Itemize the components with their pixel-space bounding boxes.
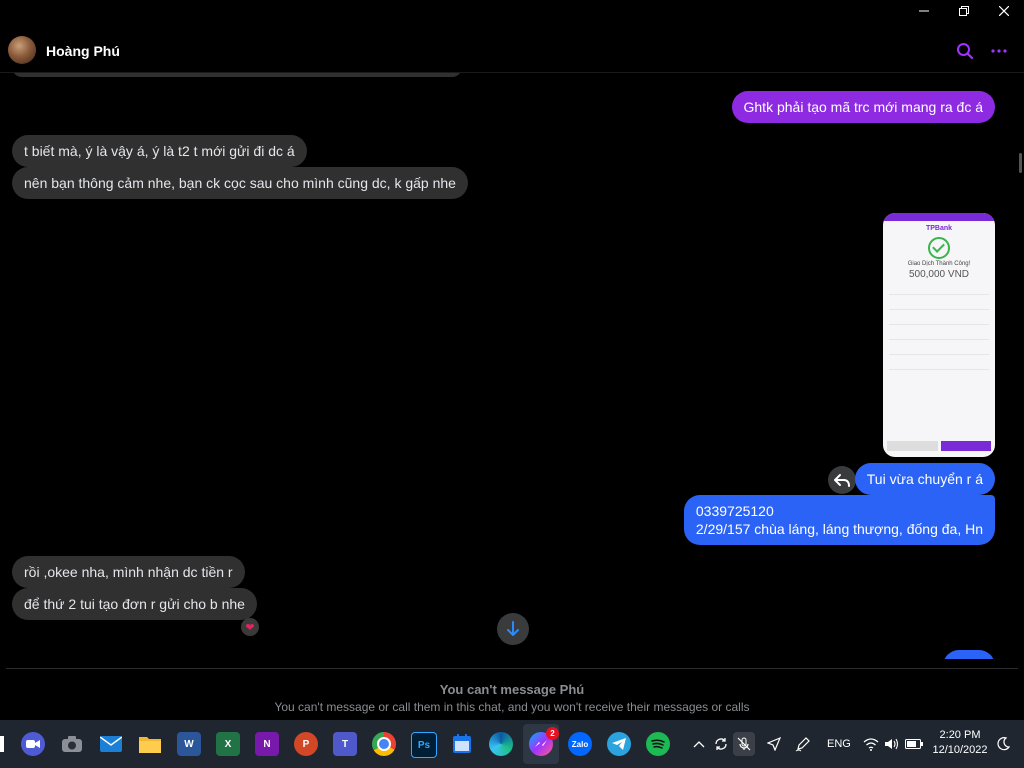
restore-button[interactable]	[944, 0, 984, 22]
minimize-icon	[919, 10, 929, 12]
start-edge	[0, 736, 4, 752]
calendar-icon[interactable]	[450, 732, 474, 756]
outgoing-message[interactable]: Ghtk phải tạo mã trc mới mang ra đc á	[731, 91, 995, 123]
show-hidden-icons-chevron-icon[interactable]	[688, 732, 710, 756]
file-explorer-icon[interactable]	[138, 732, 162, 756]
search-button[interactable]	[956, 42, 974, 60]
taskbar-clock[interactable]: 2:20 PM 12/10/2022	[930, 728, 990, 758]
contact-name[interactable]: Hoàng Phú	[46, 43, 120, 59]
onenote-icon[interactable]: N	[255, 732, 279, 756]
incoming-message[interactable]: nên bạn thông cảm nhe, bạn ck cọc sau ch…	[12, 167, 468, 199]
window-controls	[904, 0, 1024, 24]
wifi-icon[interactable]	[860, 732, 882, 756]
battery-icon[interactable]	[903, 732, 925, 756]
word-icon[interactable]: W	[177, 732, 201, 756]
chat-header: Hoàng Phú	[0, 28, 1024, 73]
incoming-message[interactable]: t biết mà, ý là vậy á, ý là t2 t mới gửi…	[12, 135, 307, 167]
language-indicator[interactable]: ENG	[827, 720, 851, 768]
clock-time: 2:20 PM	[939, 729, 981, 741]
edge-icon[interactable]	[489, 732, 513, 756]
photoshop-icon[interactable]: Ps	[411, 732, 437, 758]
detail-row	[889, 284, 989, 295]
mail-icon[interactable]	[99, 732, 123, 756]
blocked-notice-subtitle: You can't message or call them in this c…	[274, 700, 750, 714]
restore-icon	[959, 6, 969, 16]
shared-payment-screenshot[interactable]: TPBank Giao Dịch Thành Công! 500,000 VND	[883, 213, 995, 457]
previous-message-bubble	[12, 73, 462, 77]
blocked-notice-title: You can't message Phú	[439, 682, 585, 697]
volume-icon[interactable]	[881, 732, 903, 756]
detail-row	[889, 299, 989, 310]
bank-logo: TPBank	[925, 225, 953, 232]
mic-muted-icon[interactable]	[733, 732, 755, 756]
outgoing-message[interactable]: Tui vừa chuyển r á	[854, 463, 995, 495]
close-icon	[999, 6, 1009, 16]
outgoing-message[interactable]: 0339725120 2/29/157 chùa láng, láng thượ…	[683, 495, 995, 545]
scroll-to-bottom-button[interactable]	[497, 613, 529, 645]
detail-row	[889, 344, 989, 355]
search-icon	[957, 43, 974, 60]
heart-reaction-icon[interactable]: ❤	[241, 618, 259, 636]
detail-row	[889, 314, 989, 325]
incoming-message[interactable]: để thứ 2 tui tạo đơn r gửi cho b nhe	[12, 588, 257, 620]
more-options-button[interactable]	[990, 42, 1008, 60]
spotify-icon[interactable]	[646, 732, 670, 756]
forward-button[interactable]	[828, 466, 856, 494]
divider	[6, 668, 1018, 669]
detail-row	[889, 359, 989, 370]
avatar[interactable]	[8, 36, 36, 64]
telegram-icon[interactable]	[607, 732, 631, 756]
phone-status-bar	[883, 213, 995, 221]
powerpoint-icon[interactable]: P	[294, 732, 318, 756]
scrollbar-thumb[interactable]	[1019, 153, 1022, 173]
moon-focus-icon[interactable]	[992, 732, 1014, 756]
more-icon	[991, 49, 1007, 53]
messenger-icon[interactable]: 2	[529, 727, 559, 756]
screenshot-buttons	[887, 441, 991, 451]
zoom-icon[interactable]	[21, 732, 45, 756]
message-line: 0339725120	[695, 503, 774, 519]
detail-row	[889, 329, 989, 340]
message-list[interactable]: Ghtk phải tạo mã trc mới mang ra đc á t …	[0, 73, 1024, 659]
message-line: 2/29/157 chùa láng, láng thượng, đống đa…	[695, 521, 983, 537]
clock-date: 12/10/2022	[932, 744, 988, 756]
minimize-button[interactable]	[904, 0, 944, 22]
transfer-status: Giao Dịch Thành Công!	[907, 261, 971, 267]
camera-icon[interactable]	[60, 732, 84, 756]
notification-badge: 2	[546, 727, 559, 740]
arrow-down-icon	[507, 621, 519, 636]
outgoing-message-partial	[943, 650, 995, 659]
excel-icon[interactable]: X	[216, 732, 240, 756]
close-button[interactable]	[984, 0, 1024, 22]
transfer-amount: 500,000 VND	[908, 269, 970, 280]
location-icon[interactable]	[763, 732, 785, 756]
taskbar: W X N P T Ps 2 Zalo ENG 2:20 PM 12/10/20…	[0, 720, 1024, 768]
pen-icon[interactable]	[792, 732, 814, 756]
reply-arrow-icon	[834, 474, 850, 487]
success-check-icon	[928, 237, 950, 259]
sync-icon[interactable]	[710, 732, 732, 756]
chrome-icon[interactable]	[372, 732, 396, 756]
incoming-message[interactable]: rồi ,okee nha, mình nhận dc tiền r	[12, 556, 245, 588]
zalo-icon[interactable]: Zalo	[568, 732, 592, 756]
teams-icon[interactable]: T	[333, 732, 357, 756]
